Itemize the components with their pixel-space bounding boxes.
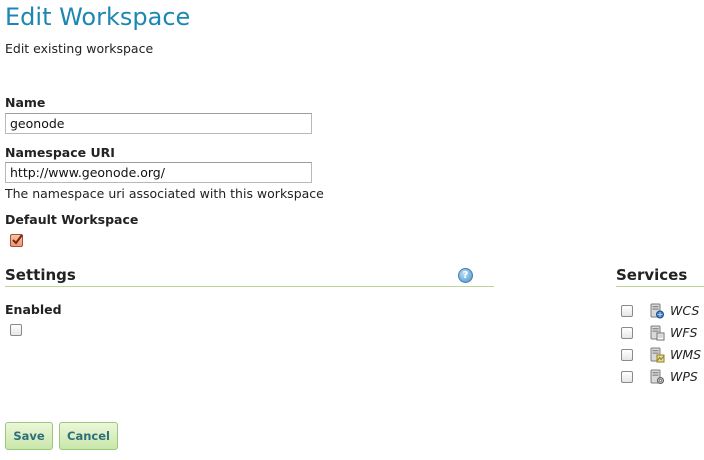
edit-workspace-page: Edit Workspace Edit existing workspace N… — [0, 0, 704, 460]
name-input[interactable] — [5, 113, 312, 134]
cancel-button[interactable]: Cancel — [59, 422, 118, 450]
settings-divider — [5, 286, 494, 287]
wfs-checkbox[interactable] — [621, 327, 633, 339]
settings-section-title: Settings — [5, 266, 76, 284]
save-button[interactable]: Save — [5, 422, 53, 450]
wms-label: WMS — [670, 347, 702, 362]
namespace-uri-help: The namespace uri associated with this w… — [5, 186, 324, 201]
name-label: Name — [5, 95, 46, 110]
wfs-label: WFS — [670, 325, 698, 340]
enabled-checkbox[interactable] — [10, 324, 22, 336]
checkmark-icon — [12, 234, 23, 245]
namespace-uri-input[interactable] — [5, 162, 312, 183]
wcs-label: WCS — [670, 303, 700, 318]
wms-service-icon — [650, 347, 665, 363]
wcs-service-icon — [650, 303, 664, 319]
wms-checkbox[interactable] — [621, 349, 633, 361]
default-workspace-label: Default Workspace — [5, 212, 139, 227]
page-title: Edit Workspace — [5, 3, 191, 31]
services-divider — [616, 286, 704, 287]
wps-label: WPS — [670, 369, 698, 384]
enabled-label: Enabled — [5, 302, 62, 317]
page-subtitle: Edit existing workspace — [5, 41, 154, 56]
wcs-checkbox[interactable] — [621, 305, 633, 317]
help-icon[interactable]: ? — [458, 268, 473, 283]
default-workspace-checkbox[interactable] — [10, 234, 23, 247]
namespace-uri-label: Namespace URI — [5, 145, 115, 160]
wps-checkbox[interactable] — [621, 371, 633, 383]
wps-service-icon — [650, 369, 664, 384]
wfs-service-icon — [650, 325, 665, 341]
services-section-title: Services — [616, 266, 688, 284]
